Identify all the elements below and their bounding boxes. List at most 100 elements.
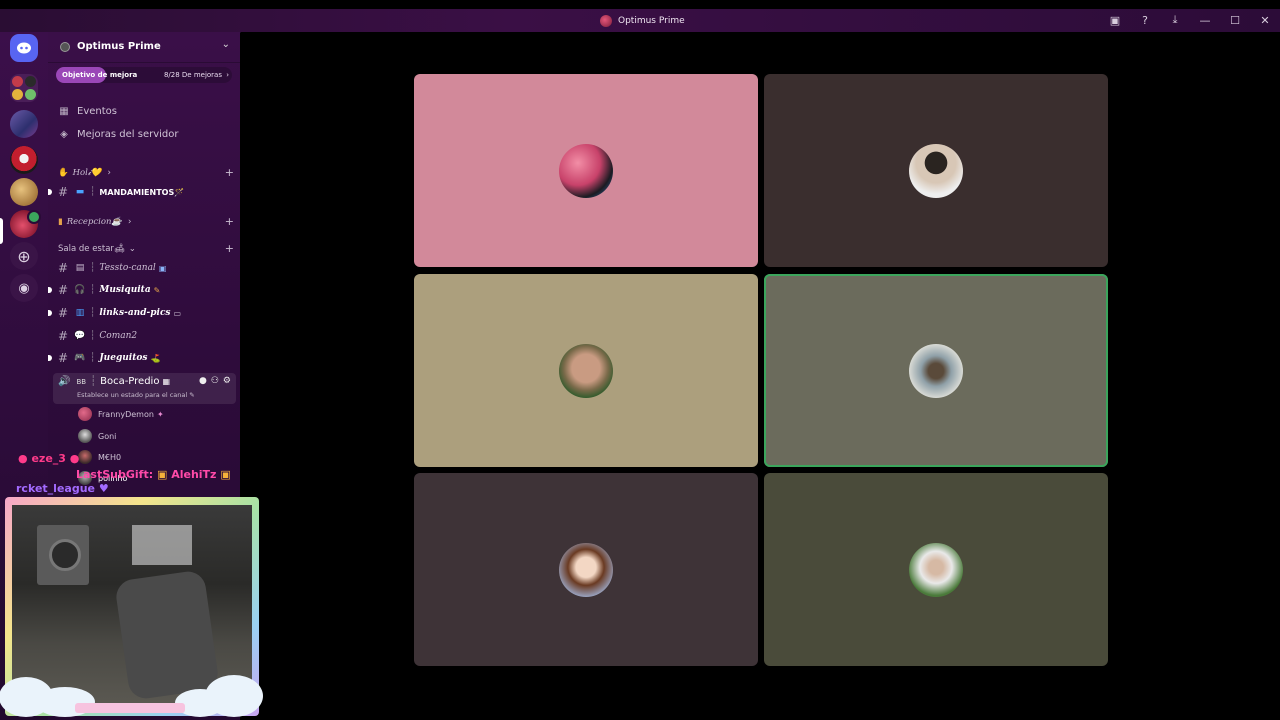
speech-bubble-icon: 💬 [74,331,86,341]
new-emoji-icon: ▬ [75,187,85,197]
channel-divider: ┆ [90,263,96,273]
chevron-right-icon: › [107,168,111,178]
unread-indicator [48,310,52,316]
inbox-icon[interactable]: ▣ [1100,12,1130,28]
explore-servers-button[interactable]: ◉ [10,274,38,302]
server-boosts-link[interactable]: ◈ Mejoras del servidor [56,125,236,143]
channel-divider: ┆ [90,308,96,318]
category-recepcion[interactable]: ▮ Recepcion☕ › + [58,215,234,229]
participant-tile[interactable] [414,74,758,267]
channel-divider: ┆ [90,331,96,341]
text-channel-icon: # [57,329,69,343]
window-controls: ▣ ? ⤓ — ☐ ✕ [1100,12,1280,28]
category-label: Hol𝓲💛 [72,168,102,178]
overlay-gift-user: AlehiTz [171,468,217,481]
avatar [78,429,92,443]
channel-coman2[interactable]: # 💬 ┆ Coman2 [56,327,236,345]
gift-icon: ▣ [156,468,168,481]
compass-icon: ◉ [18,280,30,296]
add-channel-icon[interactable]: + [225,215,234,228]
door-icon: ▮ [58,217,63,227]
news-emoji-icon: ▣ [158,263,167,273]
voice-user[interactable]: FrannyDemon ✦ [78,405,164,423]
status-prompt-label: Establece un estado para el canal [77,391,188,399]
speaker-icon: 🔊 [58,376,71,387]
voice-channel-actions: ● ⚇ ⚙ [199,376,231,386]
signal-icon: ▥ [75,308,85,318]
category-hola[interactable]: ✋ Hol𝓲💛 › + [58,166,234,180]
channel-name: links-and-pics [99,308,171,318]
channel-links-and-pics[interactable]: # ▥ ┆ links-and-pics ▭ [48,304,236,322]
overlay-gift-text: LastSubGift: [76,468,154,481]
voice-user-name: M€H0 [98,452,122,462]
channel-name: Coman2 [99,331,138,341]
boost-goal-bar[interactable]: Objetivo de mejora 8/28 De mejoras › [56,67,232,83]
channel-jueguitos[interactable]: # 🎮 ┆ Jueguitos ⛳ [48,349,236,367]
close-icon[interactable]: ✕ [1250,12,1280,28]
category-label: Sala de estar🛋 [58,244,125,254]
channel-name: Tessto-canal [99,263,156,273]
category-sala-de-estar[interactable]: Sala de estar🛋 ⌄ + [58,242,234,256]
participant-tile[interactable] [764,473,1108,666]
text-channel-icon: # [57,261,69,275]
download-icon[interactable]: ⤓ [1160,12,1190,28]
badge-emoji-icon: ✦ [156,409,164,419]
category-label: Recepcion☕ [66,217,123,227]
server-boosts-label: Mejoras del servidor [77,128,179,140]
webcam-frame-bar [75,703,185,713]
minimize-icon[interactable]: — [1190,12,1220,28]
selected-server-indicator [0,218,3,244]
add-server-button[interactable]: ⊕ [10,242,38,270]
calendar-icon: ▦ [59,105,69,117]
webcam-feed [12,505,252,703]
gift-icon: ▣ [220,468,231,481]
avatar [78,450,92,464]
channel-mandamientos[interactable]: # ▬ ┆ MANDAMIENTOS🪄 [48,183,236,201]
channel-musiquita[interactable]: # 🎧 ┆ Musiquita ✎ [48,281,236,299]
cake-emoji-icon: ▦ [162,377,171,386]
participant-tile[interactable] [414,473,758,666]
server-item[interactable] [10,146,38,174]
help-icon[interactable]: ? [1130,12,1160,28]
channel-name: Musiquita [99,285,151,295]
events-link[interactable]: ▦ Eventos [56,102,236,120]
invite-icon[interactable]: ⚇ [211,376,219,386]
server-item[interactable] [10,110,38,138]
voice-user-name: FrannyDemon [98,409,154,419]
chevron-right-icon: › [226,71,229,79]
home-button[interactable] [10,34,38,62]
channel-tessto-canal[interactable]: # ▤ ┆ Tessto-canal ▣ [56,259,236,277]
gamepad-icon: 🎮 [74,353,86,363]
voice-user[interactable]: Goni [78,427,116,445]
add-channel-icon[interactable]: + [225,166,234,179]
channel-divider: ┆ [90,353,96,363]
chat-icon[interactable]: ● [199,376,207,386]
add-channel-icon[interactable]: + [225,242,234,255]
participant-tile[interactable] [414,274,758,467]
maximize-icon[interactable]: ☐ [1220,12,1250,28]
server-badge-icon [60,42,70,52]
bb-emoji-icon: BB [76,377,87,386]
avatar [78,407,92,421]
overlay-gift-line: LastSubGift: ▣ AlehiTz ▣ [76,468,231,481]
chevron-down-icon: ⌄ [221,39,230,50]
voice-channel-boca-predio[interactable]: 🔊 BB ┆ Boca-Predio ▦ ● ⚇ ⚙ Establece un … [53,373,236,404]
voice-user[interactable]: M€H0 [78,448,121,466]
heart-icon: ♥ [98,482,109,495]
participant-tile-speaking[interactable] [764,274,1108,467]
participant-tile[interactable] [764,74,1108,267]
title-bar-top-strip [0,0,1280,9]
chevron-right-icon: › [128,217,132,227]
text-channel-icon: # [57,351,69,365]
set-channel-status[interactable]: Establece un estado para el canal ✎ [77,391,195,399]
unread-indicator [48,189,52,195]
server-item[interactable] [10,178,38,206]
boost-progress-label: 8/28 De mejoras [163,71,222,79]
server-header[interactable]: Optimus Prime ⌄ [48,32,240,63]
webcam-object [132,525,192,565]
server-folder[interactable] [10,74,38,102]
gear-icon[interactable]: ⚙ [223,376,231,386]
pencil-icon: ✎ [189,391,195,399]
voice-activity-badge [27,210,41,224]
participant-avatar [909,543,963,597]
